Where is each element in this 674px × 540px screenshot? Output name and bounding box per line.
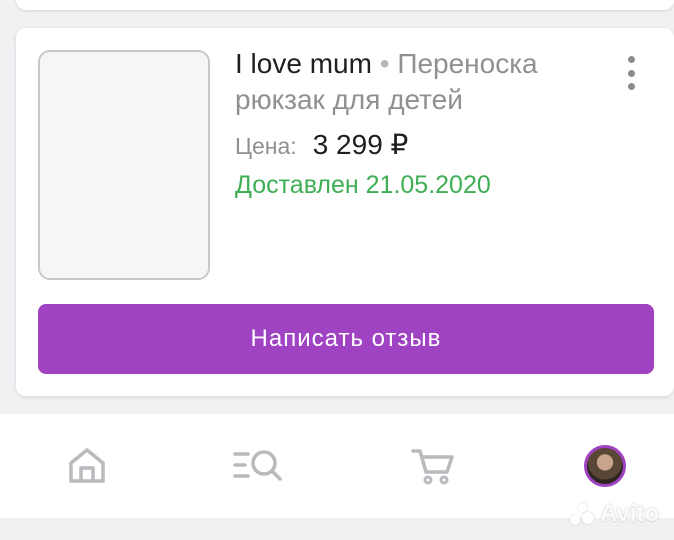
- write-review-button[interactable]: Написать отзыв: [38, 304, 654, 374]
- price-label: Цена:: [235, 133, 297, 159]
- home-icon: [69, 448, 105, 483]
- avito-watermark: Avito: [568, 500, 659, 528]
- price-row: Цена: 3 299 ₽: [235, 128, 408, 161]
- order-card: I love mum • Переноска рюкзак для детей …: [16, 28, 674, 396]
- product-image-placeholder[interactable]: [38, 50, 210, 280]
- nav-cart[interactable]: [398, 414, 468, 518]
- profile-avatar: [584, 445, 626, 487]
- cart-icon: [411, 449, 454, 485]
- nav-catalog-search[interactable]: [222, 414, 296, 518]
- delivery-status: Доставлен 21.05.2020: [235, 171, 491, 199]
- catalog-search-icon: [233, 450, 282, 481]
- title-separator: •: [379, 48, 390, 79]
- more-options-icon[interactable]: [620, 56, 642, 90]
- previous-order-card: [16, 0, 674, 10]
- price-value: 3 299 ₽: [312, 129, 409, 160]
- avito-watermark-text: Avito: [600, 500, 660, 527]
- nav-home[interactable]: [52, 414, 122, 518]
- product-title: I love mum • Переноска рюкзак для детей: [235, 46, 605, 118]
- avito-logo-icon: [568, 501, 594, 527]
- brand-name: I love mum: [235, 48, 372, 79]
